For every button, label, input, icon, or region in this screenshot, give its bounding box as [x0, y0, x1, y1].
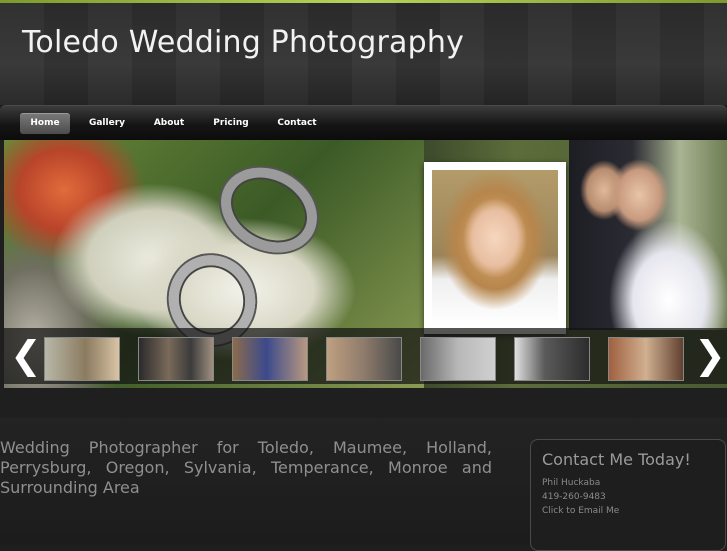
contact-name: Phil Huckaba [542, 478, 601, 488]
main-nav: Home Gallery About Pricing Contact [0, 105, 727, 140]
thumbnail[interactable] [44, 337, 120, 381]
thumbnail[interactable] [608, 337, 684, 381]
nav-gallery[interactable]: Gallery [82, 113, 132, 134]
nav-home[interactable]: Home [20, 113, 70, 134]
chevron-left-icon[interactable]: ❮ [10, 336, 42, 376]
site-title: Toledo Wedding Photography [22, 25, 465, 60]
contact-phone: 419-260-9483 [542, 492, 606, 502]
slide-image-couple [569, 140, 727, 330]
thumbnail[interactable] [138, 337, 214, 381]
thumbnail-strip: ❮ ❯ [4, 328, 727, 384]
thumbnail[interactable] [326, 337, 402, 381]
chevron-right-icon[interactable]: ❯ [694, 336, 726, 376]
content-area: Wedding Photographer for Toledo, Maumee,… [0, 418, 727, 551]
site-header: Toledo Wedding Photography [0, 3, 727, 105]
thumbnail[interactable] [514, 337, 590, 381]
slide-image-portrait-frame [424, 162, 566, 334]
nav-pricing[interactable]: Pricing [206, 113, 256, 134]
nav-contact[interactable]: Contact [268, 113, 326, 134]
nav-about[interactable]: About [144, 113, 194, 134]
thumbnail[interactable] [232, 337, 308, 381]
contact-title: Contact Me Today! [542, 450, 691, 469]
ring-shape [206, 151, 332, 269]
contact-box: Contact Me Today! Phil Huckaba 419-260-9… [530, 439, 726, 551]
slide-image-portrait [432, 170, 558, 326]
thumbnail[interactable] [420, 337, 496, 381]
email-link[interactable]: Click to Email Me [542, 506, 619, 516]
tagline: Wedding Photographer for Toledo, Maumee,… [0, 438, 492, 497]
